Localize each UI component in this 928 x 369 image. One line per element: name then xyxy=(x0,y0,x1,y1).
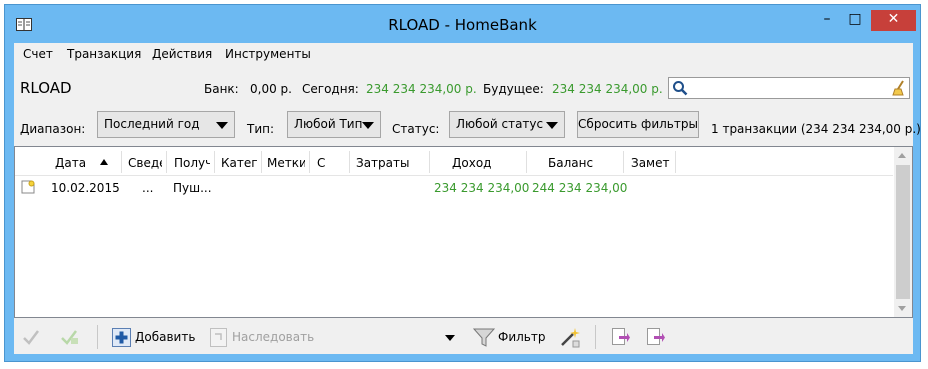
range-label: Диапазон: xyxy=(20,122,86,136)
menu-actions[interactable]: Действия xyxy=(152,47,212,61)
titlebar: RLOAD - HomeBank – □ ✕ xyxy=(5,5,920,43)
status-label: Статус: xyxy=(392,122,440,136)
filter-icon xyxy=(473,328,495,347)
account-name: RLOAD xyxy=(20,79,72,97)
close-button[interactable]: ✕ xyxy=(871,10,916,31)
scroll-thumb[interactable] xyxy=(896,165,910,299)
status-combo[interactable]: Любой статус xyxy=(449,111,565,138)
report-icon[interactable] xyxy=(646,327,666,347)
column-date[interactable]: Дата xyxy=(55,156,95,170)
add-icon xyxy=(112,328,131,347)
today-label: Сегодня: xyxy=(302,82,359,96)
column-memo[interactable]: Замет xyxy=(631,156,671,170)
bank-label: Банк: xyxy=(204,82,239,96)
cell-info: ... xyxy=(142,181,154,195)
today-value: 234 234 234,00 р. xyxy=(366,82,477,96)
range-combo[interactable]: Последний год xyxy=(97,111,235,138)
type-combo[interactable]: Любой Тип xyxy=(287,111,381,138)
maximize-button[interactable]: □ xyxy=(841,10,869,31)
type-value: Любой Тип xyxy=(294,117,363,131)
menu-account[interactable]: Счет xyxy=(23,47,53,61)
search-input[interactable] xyxy=(668,77,910,99)
bank-value: 0,00 р. xyxy=(250,82,292,96)
menu-transaction[interactable]: Транзакция xyxy=(67,47,141,61)
scroll-up-icon[interactable] xyxy=(898,153,906,158)
inherit-icon xyxy=(210,328,227,347)
cell-balance: 244 234 234,00 xyxy=(532,181,628,195)
dropdown-icon[interactable] xyxy=(445,335,455,341)
cell-income: 234 234 234,00 xyxy=(434,181,530,195)
checkmark-icon[interactable] xyxy=(22,329,40,345)
transaction-note-icon xyxy=(21,180,35,194)
type-label: Тип: xyxy=(247,122,275,136)
add-button[interactable]: Добавить xyxy=(135,327,195,347)
chevron-down-icon xyxy=(546,122,558,129)
filter-button[interactable]: Фильтр xyxy=(498,327,545,347)
cell-date: 10.02.2015 xyxy=(51,181,120,195)
reset-filters-button[interactable]: Сбросить фильтры xyxy=(577,111,699,138)
cell-payee: Пуш... xyxy=(173,181,212,195)
menubar: Счет Транзакция Действия Инструменты xyxy=(14,43,913,65)
column-category[interactable]: Катег xyxy=(221,156,257,170)
inherit-button[interactable]: Наследовать xyxy=(232,327,314,347)
list-header: Дата Сведе Получ Катег Метки С Затраты Д… xyxy=(15,147,893,176)
menu-tools[interactable]: Инструменты xyxy=(225,47,311,61)
app-window: RLOAD - HomeBank – □ ✕ Счет Транзакция Д… xyxy=(5,5,921,361)
chevron-down-icon xyxy=(216,122,228,129)
validate-icon[interactable] xyxy=(60,329,80,345)
table-row[interactable]: 10.02.2015 ... Пуш... 234 234 234,00 244… xyxy=(15,177,893,195)
export-icon[interactable] xyxy=(611,327,631,347)
sort-asc-icon xyxy=(100,159,108,165)
clear-icon[interactable] xyxy=(892,80,906,96)
column-income[interactable]: Доход xyxy=(452,156,522,170)
chevron-down-icon xyxy=(362,122,374,129)
column-payee[interactable]: Получ xyxy=(174,156,210,170)
vertical-scrollbar[interactable] xyxy=(894,147,912,317)
status-value: Любой статус xyxy=(456,117,544,131)
transaction-list[interactable]: Дата Сведе Получ Катег Метки С Затраты Д… xyxy=(14,146,913,318)
future-value: 234 234 234,00 р. xyxy=(552,82,663,96)
column-tags[interactable]: Метки xyxy=(267,156,305,170)
scroll-down-icon[interactable] xyxy=(898,306,906,311)
column-expense[interactable]: Затраты xyxy=(356,156,426,170)
search-icon xyxy=(673,81,688,96)
window-title: RLOAD - HomeBank xyxy=(388,16,537,34)
main-panel: Счет Транзакция Действия Инструменты RLO… xyxy=(14,43,921,354)
magic-wand-icon[interactable] xyxy=(559,327,581,348)
column-info[interactable]: Сведе xyxy=(128,156,162,170)
column-balance[interactable]: Баланс xyxy=(548,156,618,170)
transaction-summary: 1 транзакции (234 234 234,00 р.) xyxy=(711,122,921,136)
column-status[interactable]: С xyxy=(317,156,337,170)
bottom-toolbar: Добавить Наследовать Фильтр xyxy=(14,319,913,354)
future-label: Будущее: xyxy=(483,82,544,96)
minimize-button[interactable]: – xyxy=(813,10,841,31)
range-value: Последний год xyxy=(104,117,200,131)
